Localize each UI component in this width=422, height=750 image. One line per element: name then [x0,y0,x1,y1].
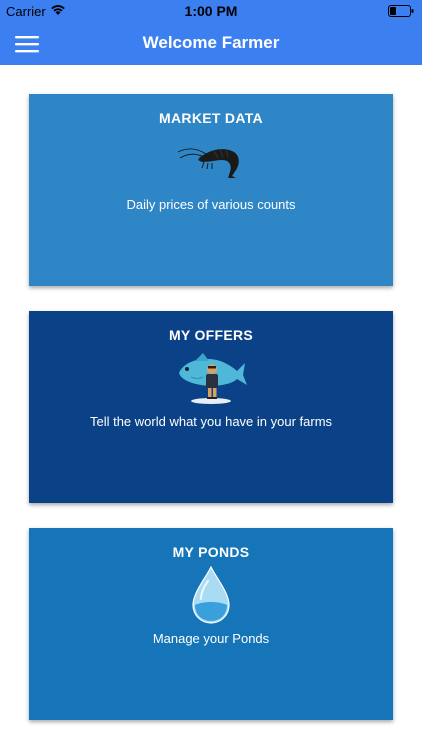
status-bar: Carrier 1:00 PM [0,0,422,22]
my-ponds-card[interactable]: MY PONDS Manage your Ponds [29,528,393,720]
card-description: Manage your Ponds [152,631,270,646]
water-drop-icon [29,565,393,625]
card-title: MY PONDS [172,544,250,560]
card-description: Tell the world what you have in your far… [89,414,333,429]
battery-icon [388,5,414,20]
card-description: Daily prices of various counts [126,197,296,212]
market-data-card[interactable]: MARKET DATA Daily prices of various coun… [29,94,393,286]
shrimp-icon [29,142,393,180]
fisherman-with-fish-icon [29,349,393,405]
my-offers-card[interactable]: MY OFFERS Tell the world what you have i… [29,311,393,503]
app-header: Welcome Farmer [0,22,422,65]
card-title: MY OFFERS [168,327,254,343]
status-time: 1:00 PM [184,3,238,19]
card-title: MARKET DATA [159,110,263,126]
page-title: Welcome Farmer [142,33,280,52]
